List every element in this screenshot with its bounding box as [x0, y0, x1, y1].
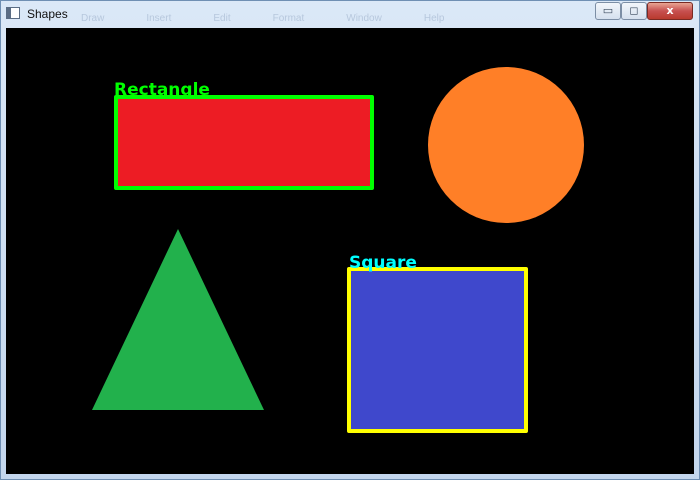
blue-square [347, 267, 528, 433]
green-triangle [92, 229, 264, 410]
shapes-window: Shapes Draw Insert Edit Format Window He… [0, 0, 700, 480]
faded-menu-item: Draw [81, 13, 105, 24]
drawing-canvas: Rectangle Square [6, 28, 694, 474]
triangle-shape [92, 229, 264, 410]
faded-menu-item: Edit [213, 13, 231, 24]
square-label: Square [349, 253, 417, 273]
faded-menu-item: Format [272, 13, 305, 24]
faded-menu-item: Window [346, 13, 382, 24]
title-bar[interactable]: Shapes Draw Insert Edit Format Window He… [1, 1, 699, 27]
app-window-icon[interactable] [6, 7, 20, 19]
orange-circle [428, 67, 584, 223]
rectangle-label: Rectangle [114, 80, 210, 100]
close-button[interactable]: x [647, 2, 693, 20]
close-icon: x [666, 4, 674, 17]
minimize-button[interactable]: ▭ [595, 2, 621, 20]
maximize-button[interactable]: ◻ [621, 2, 647, 20]
window-title: Shapes [27, 7, 68, 21]
faded-menu-bar: Draw Insert Edit Format Window Help [81, 13, 486, 27]
maximize-icon: ◻ [629, 4, 639, 17]
faded-menu-item: Help [423, 13, 445, 24]
red-rectangle [114, 95, 374, 190]
faded-menu-item: Insert [146, 13, 172, 24]
minimize-icon: ▭ [602, 4, 614, 17]
